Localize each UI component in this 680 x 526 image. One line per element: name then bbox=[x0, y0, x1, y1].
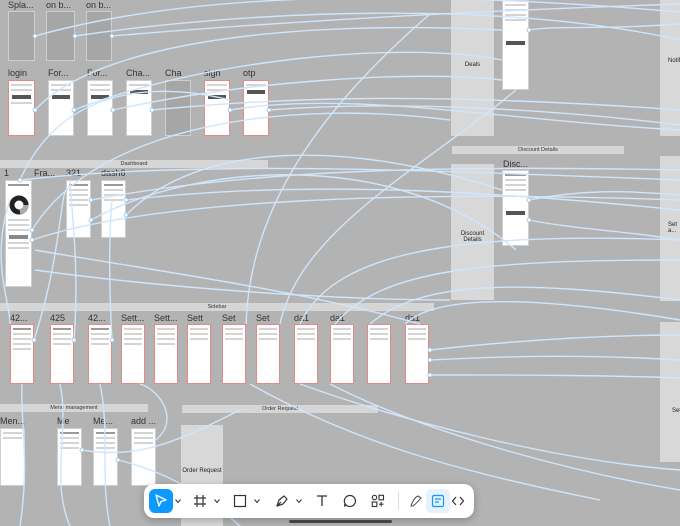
draw-tool-icon[interactable] bbox=[404, 489, 428, 513]
rectangle-tool-chevron-down-icon[interactable] bbox=[254, 498, 260, 504]
move-tool-icon[interactable] bbox=[149, 489, 173, 513]
text-tool-icon[interactable] bbox=[310, 489, 334, 513]
actions-tool-icon[interactable] bbox=[366, 489, 390, 513]
home-indicator bbox=[289, 520, 392, 523]
rectangle-tool-icon[interactable] bbox=[228, 489, 252, 513]
pen-tool-chevron-down-icon[interactable] bbox=[296, 498, 302, 504]
prototype-connections bbox=[0, 0, 680, 526]
frame-tool-chevron-down-icon[interactable] bbox=[214, 498, 220, 504]
design-canvas[interactable]: Dashboard Discount Details Sidebar Menu … bbox=[0, 0, 680, 526]
toolbar-divider bbox=[398, 492, 399, 510]
bottom-toolbar bbox=[144, 484, 474, 518]
move-tool-chevron-down-icon[interactable] bbox=[175, 498, 181, 504]
frame-tool-icon[interactable] bbox=[188, 489, 212, 513]
dev-mode-icon[interactable] bbox=[446, 489, 470, 513]
comment-tool-icon[interactable] bbox=[338, 489, 362, 513]
pen-tool-icon[interactable] bbox=[270, 489, 294, 513]
